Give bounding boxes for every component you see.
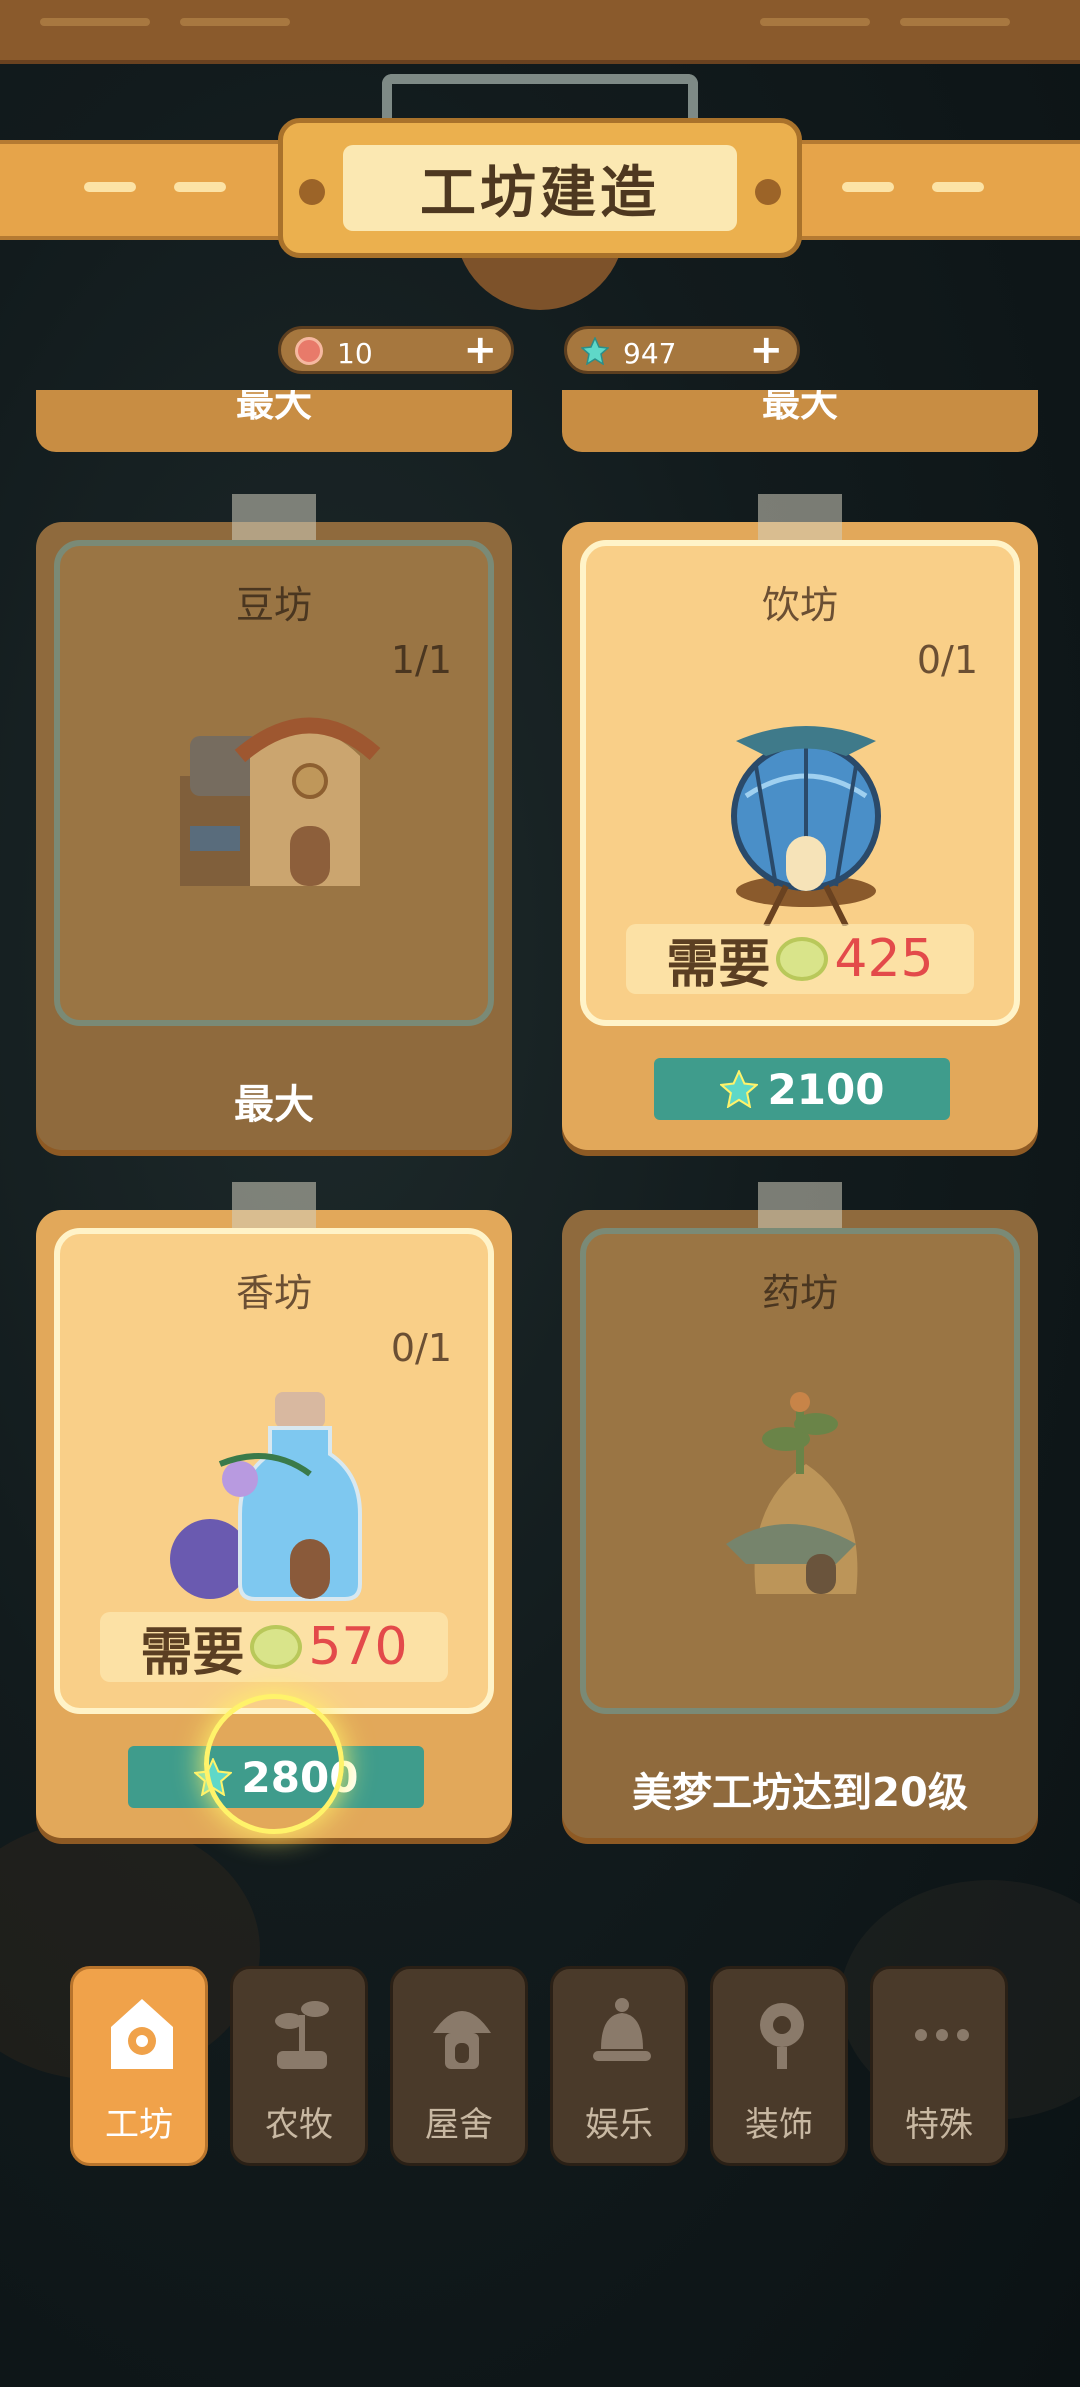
requirement-amount: 570 (308, 1617, 408, 1677)
workshop-card-drink[interactable]: 饮坊 0/1 需要 425 2100 (562, 494, 1038, 1150)
screw-icon (755, 179, 781, 205)
card-title: 豆坊 (235, 583, 312, 627)
currency-flower[interactable]: 10 + (278, 326, 514, 374)
tab-label: 特殊 (905, 2105, 973, 2145)
mushroom-house-icon (433, 2011, 491, 2069)
bell-icon (593, 1998, 651, 2061)
tab-decoration[interactable]: 装饰 (710, 1966, 848, 2166)
medicine-workshop-image (726, 1392, 858, 1594)
drink-workshop-image (731, 726, 881, 926)
requirement-label: 需要 (140, 1622, 245, 1683)
tab-label: 农牧 (265, 2105, 333, 2145)
gear-house-icon (111, 1999, 173, 2069)
currency-value: 947 (623, 337, 677, 370)
tab-label: 娱乐 (585, 2105, 653, 2145)
card-title: 药坊 (761, 1271, 838, 1315)
requirement-amount: 425 (834, 929, 934, 989)
card-footer: 最大 (761, 390, 838, 425)
currency-value: 10 (337, 337, 373, 370)
add-currency-button[interactable]: + (749, 329, 783, 371)
card-title: 饮坊 (761, 583, 838, 627)
card-inner: 香坊 0/1 需要 570 (54, 1228, 494, 1714)
tab-workshop[interactable]: 工坊 (70, 1966, 208, 2166)
header-ribbon-left (0, 140, 298, 240)
coin-icon (776, 937, 829, 981)
workshop-card-medicine[interactable]: 药坊 美梦工坊达到20级 (562, 1182, 1038, 1838)
card-count: 1/1 (390, 638, 452, 682)
top-plank (0, 0, 1080, 64)
page-title: 工坊建造 (343, 145, 737, 231)
build-price: 2100 (767, 1064, 885, 1114)
tab-entertainment[interactable]: 娱乐 (550, 1966, 688, 2166)
star-gem-icon (719, 1070, 758, 1108)
header-ribbon-right (790, 140, 1080, 240)
requirement-row: 需要 425 (626, 924, 974, 995)
card-partial[interactable]: 最大 (562, 390, 1038, 452)
lantern-icon (760, 2003, 804, 2069)
add-currency-button[interactable]: + (463, 329, 497, 371)
card-inner: 豆坊 1/1 (54, 540, 494, 1026)
fragrance-workshop-image (170, 1392, 362, 1601)
card-partial[interactable]: 最大 (36, 390, 512, 452)
card-title: 香坊 (235, 1271, 312, 1315)
tab-housing[interactable]: 屋舍 (390, 1966, 528, 2166)
requirement-row: 需要 570 (100, 1612, 448, 1683)
card-inner: 药坊 (580, 1228, 1020, 1714)
screw-icon (299, 179, 325, 205)
more-icon (915, 2029, 969, 2041)
currency-star[interactable]: 947 + (564, 326, 800, 374)
header-hanger (382, 74, 698, 118)
requirement-label: 需要 (666, 934, 771, 995)
tab-label: 屋舍 (425, 2105, 493, 2145)
workshop-card-fragrance[interactable]: 香坊 0/1 需要 570 2800 (36, 1182, 512, 1838)
tab-label: 工坊 (105, 2105, 173, 2145)
tap-highlight (204, 1694, 344, 1834)
sprout-icon (275, 2001, 329, 2069)
card-footer: 最大 (235, 390, 312, 425)
card-count: 0/1 (916, 638, 978, 682)
card-count: 0/1 (390, 1326, 452, 1370)
unlock-requirement: 美梦工坊达到20级 (632, 1770, 968, 1816)
card-inner: 饮坊 0/1 需要 425 (580, 540, 1020, 1026)
build-button[interactable]: 2100 (654, 1058, 950, 1120)
tab-label: 装饰 (745, 2105, 813, 2145)
flower-token-icon (295, 337, 323, 365)
workshop-card-bean[interactable]: 豆坊 1/1 最大 (36, 494, 512, 1150)
star-gem-icon (581, 337, 609, 365)
card-footer: 最大 (234, 1082, 314, 1128)
coin-icon (250, 1625, 303, 1669)
bean-workshop-image (180, 717, 381, 886)
tab-special[interactable]: 特殊 (870, 1966, 1008, 2166)
tab-farming[interactable]: 农牧 (230, 1966, 368, 2166)
title-plate: 工坊建造 (278, 118, 802, 258)
